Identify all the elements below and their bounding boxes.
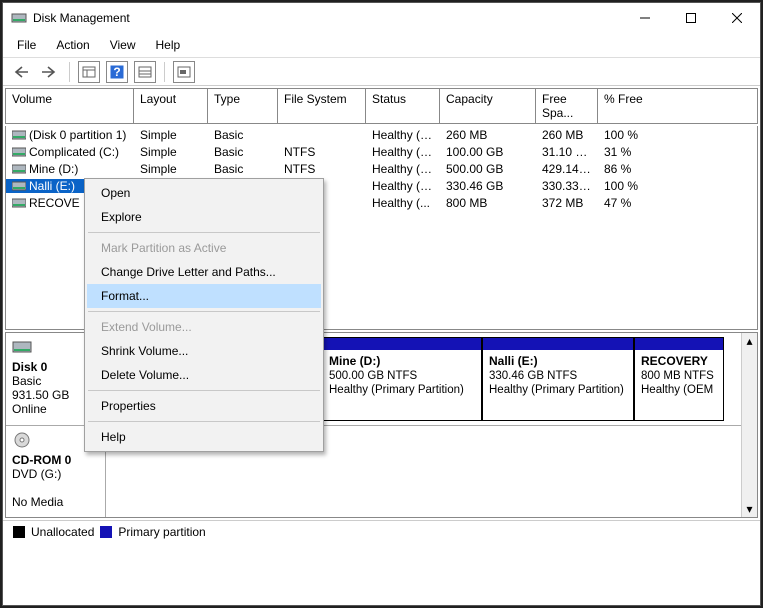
legend-unallocated-label: Unallocated [31,525,94,539]
back-button[interactable] [11,61,33,83]
context-menu: OpenExplore Mark Partition as ActiveChang… [84,178,324,452]
ctx-help[interactable]: Help [87,425,321,449]
volume-list-header: Volume Layout Type File System Status Ca… [5,88,758,124]
cdrom-title: CD-ROM 0 [12,453,71,467]
close-button[interactable] [714,3,760,33]
ctx-shrink-volume[interactable]: Shrink Volume... [87,339,321,363]
col-status[interactable]: Status [366,89,440,123]
partition[interactable]: RECOVERY800 MB NTFSHealthy (OEM [634,337,724,421]
toolbar-settings-button[interactable] [173,61,195,83]
col-percentfree[interactable]: % Free [598,89,758,123]
col-capacity[interactable]: Capacity [440,89,536,123]
legend-unallocated-swatch [13,526,25,538]
col-volume[interactable]: Volume [6,89,134,123]
volume-row[interactable]: Mine (D:)SimpleBasicNTFSHealthy (P...500… [6,160,757,177]
disk0-type: Basic [12,374,41,388]
scroll-down-icon[interactable]: ▾ [742,501,757,517]
disk-management-window: Disk Management File Action View Help ? … [2,2,761,606]
legend-primary-label: Primary partition [118,525,205,539]
ctx-change-drive-letter-and-paths[interactable]: Change Drive Letter and Paths... [87,260,321,284]
help-button[interactable]: ? [106,61,128,83]
scroll-up-icon[interactable]: ▴ [742,333,757,349]
col-layout[interactable]: Layout [134,89,208,123]
legend-primary-swatch [100,526,112,538]
disk0-state: Online [12,402,47,416]
menubar: File Action View Help [3,33,760,58]
volume-list[interactable]: (Disk 0 partition 1)SimpleBasicHealthy (… [5,126,758,330]
menu-help[interactable]: Help [148,35,189,55]
partition[interactable]: Mine (D:)500.00 GB NTFSHealthy (Primary … [322,337,482,421]
volume-row[interactable]: Complicated (C:)SimpleBasicNTFSHealthy (… [6,143,757,160]
cdrom-state: No Media [12,495,63,509]
forward-button[interactable] [39,61,61,83]
legend: Unallocated Primary partition [3,520,760,543]
volume-row[interactable]: (Disk 0 partition 1)SimpleBasicHealthy (… [6,126,757,143]
col-freespace[interactable]: Free Spa... [536,89,598,123]
window-title: Disk Management [33,11,622,25]
disk0-title: Disk 0 [12,360,47,374]
ctx-properties[interactable]: Properties [87,394,321,418]
svg-text:?: ? [113,65,120,79]
ctx-format[interactable]: Format... [87,284,321,308]
partition[interactable]: Nalli (E:)330.46 GB NTFSHealthy (Primary… [482,337,634,421]
menu-view[interactable]: View [102,35,144,55]
ctx-mark-partition-as-active: Mark Partition as Active [87,236,321,260]
app-icon [11,10,27,26]
titlebar: Disk Management [3,3,760,33]
minimize-button[interactable] [622,3,668,33]
col-filesystem[interactable]: File System [278,89,366,123]
menu-action[interactable]: Action [48,35,97,55]
cdrom-type: DVD (G:) [12,467,61,481]
menu-file[interactable]: File [9,35,44,55]
ctx-open[interactable]: Open [87,181,321,205]
ctx-extend-volume: Extend Volume... [87,315,321,339]
toolbar: ? [3,58,760,86]
maximize-button[interactable] [668,3,714,33]
col-type[interactable]: Type [208,89,278,123]
toolbar-list-button[interactable] [134,61,156,83]
disk-scrollbar[interactable]: ▴ ▾ [741,333,757,517]
disk0-size: 931.50 GB [12,388,69,402]
toolbar-view-button[interactable] [78,61,100,83]
ctx-delete-volume[interactable]: Delete Volume... [87,363,321,387]
ctx-explore[interactable]: Explore [87,205,321,229]
